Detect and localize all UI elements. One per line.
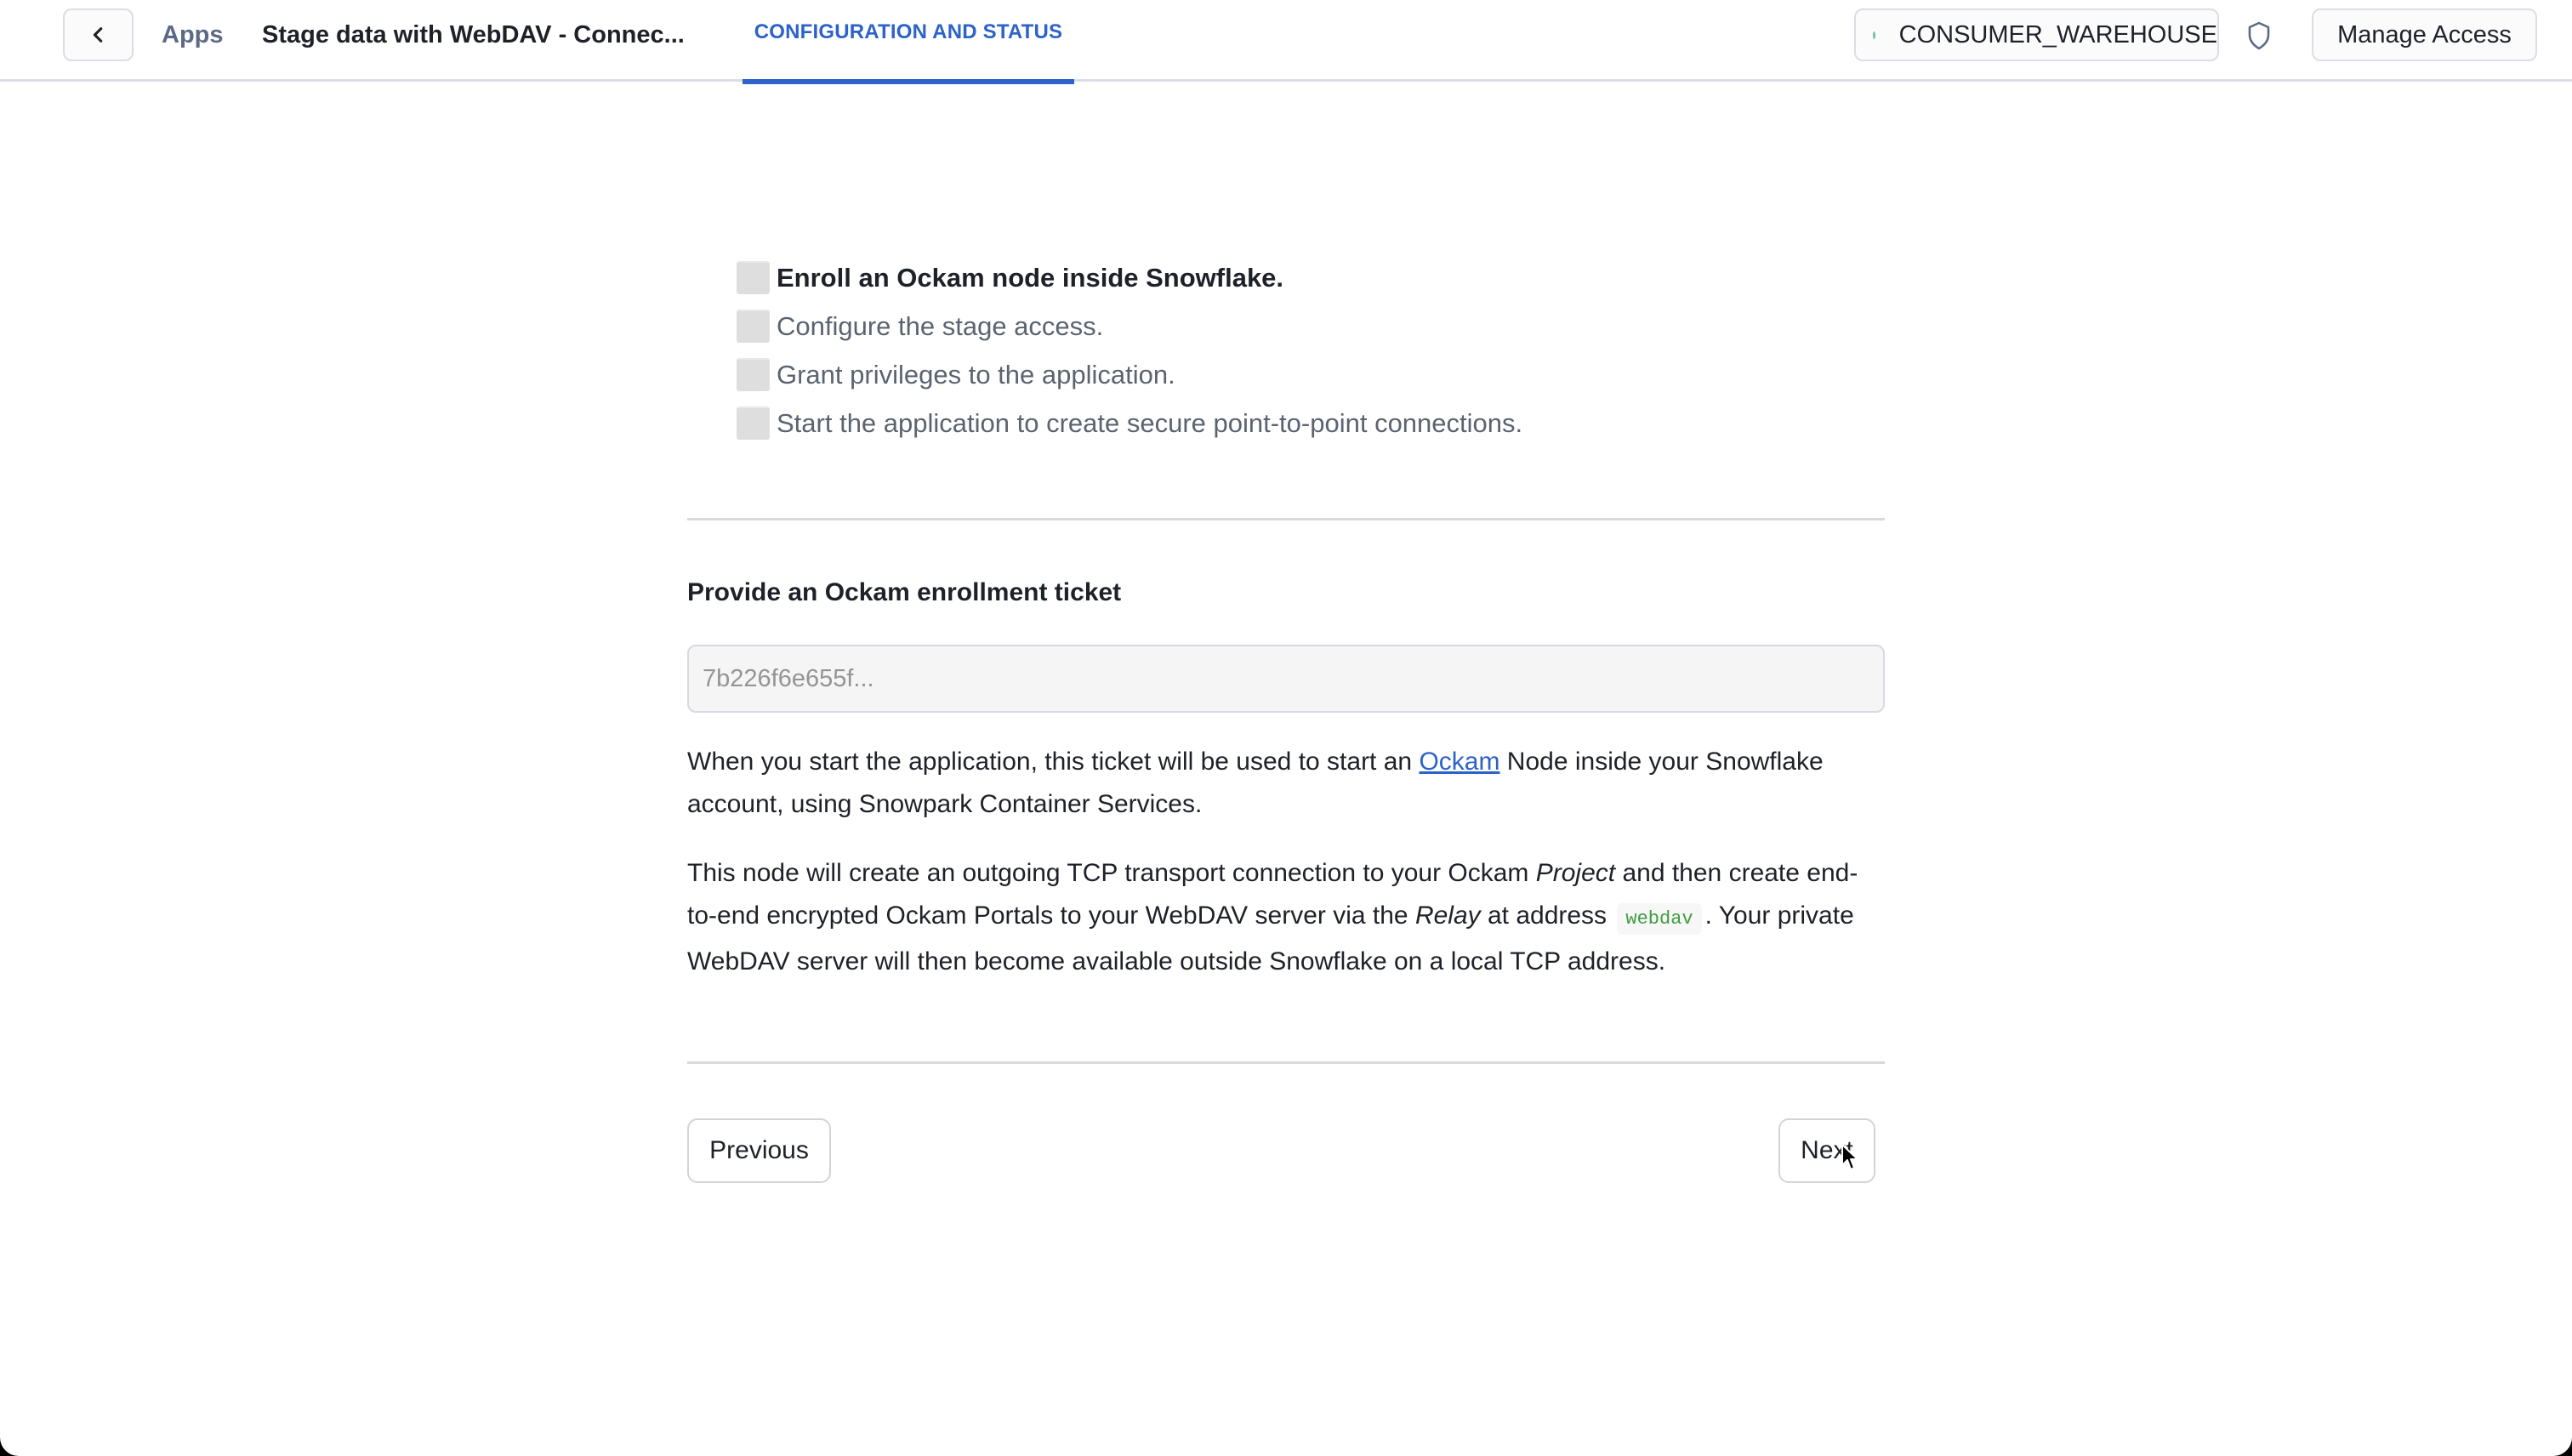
tab-label: CONFIGURATION AND STATUS — [754, 20, 1063, 43]
step-label: Enroll an Ockam node inside Snowflake. — [777, 262, 1284, 293]
description-text: at address — [1480, 901, 1614, 930]
manage-access-button[interactable]: Manage Access — [2312, 9, 2537, 61]
step-checkbox — [737, 407, 770, 440]
step-label: Configure the stage access. — [777, 310, 1104, 341]
warehouse-name: CONSUMER_WAREHOUSE — [1898, 20, 2217, 48]
next-button[interactable]: Next — [1778, 1118, 1875, 1183]
relay-term: Relay — [1414, 901, 1481, 930]
back-button[interactable] — [63, 9, 134, 61]
step-checkbox — [737, 358, 770, 391]
project-term: Project — [1535, 859, 1616, 887]
step-item-grant-privileges: Grant privileges to the application. — [737, 350, 1522, 399]
step-checkbox — [737, 310, 770, 343]
step-item-configure-stage: Configure the stage access. — [737, 302, 1522, 350]
chevron-left-icon — [93, 27, 102, 43]
previous-button[interactable]: Previous — [687, 1118, 831, 1183]
ockam-link[interactable]: Ockam — [1419, 748, 1499, 776]
warehouse-selector[interactable]: CONSUMER_WAREHOUSE — [1854, 9, 2219, 61]
step-label: Start the application to create secure p… — [777, 407, 1523, 438]
breadcrumb-apps-link[interactable]: Apps — [162, 19, 224, 51]
section-divider — [687, 518, 1885, 520]
shield-icon — [2248, 21, 2270, 50]
step-checkbox — [737, 261, 770, 294]
app-header: Apps Stage data with WebDAV - Connec... … — [0, 0, 2572, 84]
section-divider — [687, 1061, 1885, 1064]
app-window: Apps Stage data with WebDAV - Connec... … — [0, 0, 2572, 1456]
setup-steps-list: Enroll an Ockam node inside Snowflake. C… — [737, 253, 1522, 447]
step-label: Grant privileges to the application. — [777, 359, 1175, 390]
app-title: Stage data with WebDAV - Connec... — [262, 21, 685, 48]
description-text: This node will create an outgoing TCP tr… — [687, 859, 1536, 887]
enrollment-ticket-input[interactable] — [687, 645, 1885, 713]
warehouse-status-dot — [1873, 31, 1875, 39]
shield-button[interactable] — [2242, 17, 2276, 54]
description-text: When you start the application, this tic… — [687, 748, 1420, 776]
description-paragraph-2: This node will create an outgoing TCP tr… — [687, 852, 1885, 983]
tab-configuration-and-status[interactable]: CONFIGURATION AND STATUS — [743, 0, 1074, 84]
relay-address-code: webdav — [1617, 903, 1702, 935]
step-item-enroll-node: Enroll an Ockam node inside Snowflake. — [737, 253, 1522, 302]
step-item-start-application: Start the application to create secure p… — [737, 399, 1522, 447]
description-paragraph-1: When you start the application, this tic… — [687, 741, 1885, 826]
enrollment-ticket-heading: Provide an Ockam enrollment ticket — [687, 578, 1122, 606]
